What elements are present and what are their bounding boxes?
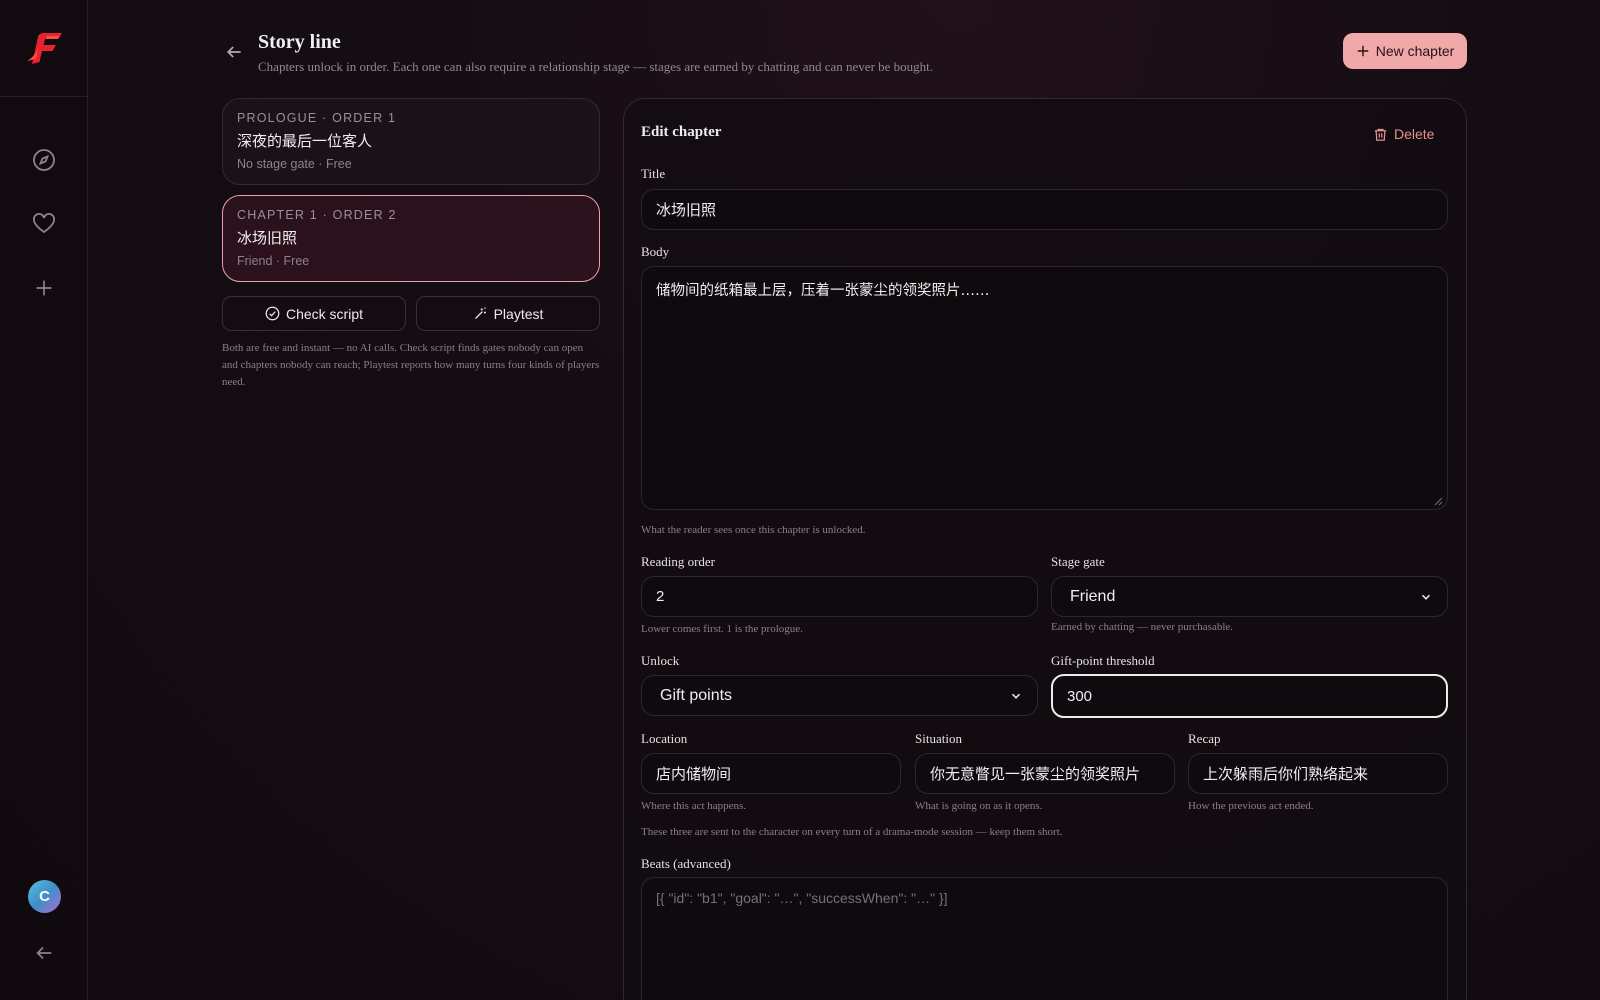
chapter-title: 深夜的最后一位客人 xyxy=(237,132,373,150)
sidebar: C xyxy=(0,0,88,1000)
stage-gate-hint: Earned by chatting — never purchasable. xyxy=(1051,621,1234,633)
situation-input[interactable]: 你无意瞥见一张蒙尘的领奖照片 xyxy=(915,753,1175,794)
beats-placeholder: [{ "id": "b1", "goal": "…", "successWhen… xyxy=(656,890,948,906)
recap-input[interactable]: 上次躲雨后你们熟络起来 xyxy=(1188,753,1448,794)
magic-wand-icon xyxy=(474,307,486,319)
check-circle-icon xyxy=(265,306,280,321)
gift-point-threshold-input[interactable]: 300 xyxy=(1051,674,1448,718)
playtest-button[interactable]: Playtest xyxy=(416,296,600,331)
recap-hint: How the previous act ended. xyxy=(1188,800,1314,812)
reading-order-input[interactable]: 2 xyxy=(641,576,1038,617)
avatar[interactable]: C xyxy=(28,880,61,913)
plus-icon xyxy=(1357,45,1368,57)
body-textarea[interactable]: 储物间的纸箱最上层，压着一张蒙尘的领奖照片…… xyxy=(641,266,1448,510)
flame-f-logo[interactable] xyxy=(24,31,64,65)
edit-chapter-panel xyxy=(623,98,1467,1000)
recap-label: Recap xyxy=(1188,731,1221,746)
compass-icon[interactable] xyxy=(24,140,64,180)
title-input[interactable]: 冰场旧照 xyxy=(641,189,1448,230)
chevron-down-icon xyxy=(1421,594,1431,600)
delete-button[interactable]: Delete xyxy=(1373,124,1434,144)
chevron-down-icon xyxy=(1011,693,1021,699)
gift-point-threshold-label: Gift-point threshold xyxy=(1051,653,1155,668)
title-label: Title xyxy=(641,166,666,181)
chapter-kicker: CHAPTER 1 · ORDER 2 xyxy=(237,208,397,222)
stage-gate-select[interactable]: Friend xyxy=(1051,576,1448,617)
unlock-label: Unlock xyxy=(641,653,680,668)
new-chapter-button[interactable]: New chapter xyxy=(1343,33,1467,69)
heart-icon[interactable] xyxy=(24,204,64,244)
stage-gate-label: Stage gate xyxy=(1051,554,1105,569)
edit-chapter-heading: Edit chapter xyxy=(641,124,722,140)
page-subtitle: Chapters unlock in order. Each one can a… xyxy=(258,59,934,74)
beats-textarea[interactable]: [{ "id": "b1", "goal": "…", "successWhen… xyxy=(641,877,1448,1000)
chapter-meta: No stage gate · Free xyxy=(237,157,352,171)
logo-area xyxy=(0,0,87,97)
tools-note: Both are free and instant — no AI calls.… xyxy=(222,342,600,388)
situation-hint: What is going on as it opens. xyxy=(915,800,1043,812)
situation-label: Situation xyxy=(915,731,962,746)
resize-grip-icon[interactable] xyxy=(1433,496,1443,506)
trash-icon xyxy=(1374,128,1387,141)
location-input[interactable]: 店内储物间 xyxy=(641,753,901,794)
reading-order-hint: Lower comes first. 1 is the prologue. xyxy=(641,623,803,635)
page-title: Story line xyxy=(258,31,341,53)
reading-order-label: Reading order xyxy=(641,554,716,569)
collapse-arrow-icon[interactable] xyxy=(24,933,64,973)
body-label: Body xyxy=(641,244,670,259)
chapter-kicker: PROLOGUE · ORDER 1 xyxy=(237,111,397,125)
beats-label: Beats (advanced) xyxy=(641,856,731,871)
chapter-card-prologue[interactable]: PROLOGUE · ORDER 1 深夜的最后一位客人 No stage ga… xyxy=(222,98,600,185)
body-hint: What the reader sees once this chapter i… xyxy=(641,524,866,536)
location-label: Location xyxy=(641,731,688,746)
location-hint: Where this act happens. xyxy=(641,800,747,812)
chapter-card-chapter-1[interactable]: CHAPTER 1 · ORDER 2 冰场旧照 Friend · Free xyxy=(222,195,600,282)
chapter-title: 冰场旧照 xyxy=(237,229,298,247)
chapter-meta: Friend · Free xyxy=(237,254,310,268)
unlock-select[interactable]: Gift points xyxy=(641,675,1038,716)
back-arrow-icon[interactable] xyxy=(222,40,246,64)
check-script-button[interactable]: Check script xyxy=(222,296,406,331)
context-fields-note: These three are sent to the character on… xyxy=(641,826,1063,838)
plus-icon[interactable] xyxy=(24,268,64,308)
